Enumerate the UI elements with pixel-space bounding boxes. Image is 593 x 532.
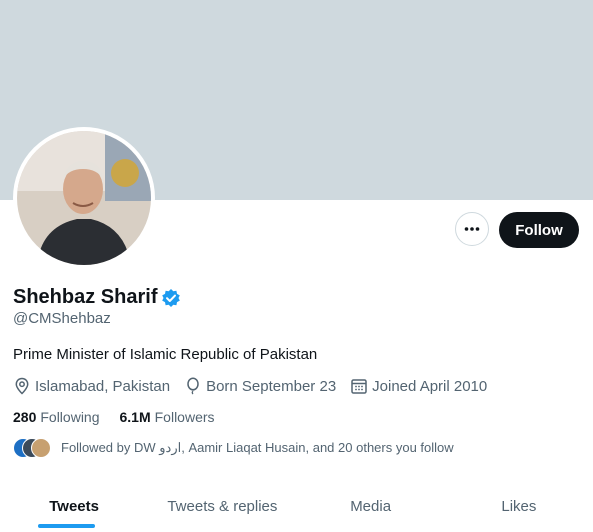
balloon-icon xyxy=(187,377,199,395)
followers-label: Followers xyxy=(154,409,215,425)
profile-handle: @CMShehbaz xyxy=(13,310,111,327)
joined-text: Joined April 2010 xyxy=(372,377,488,395)
followed-by-row[interactable]: Followed by DW اردو, Aamir Liaqat Husain… xyxy=(13,438,454,458)
active-tab-indicator xyxy=(38,524,95,528)
profile-name-row: Shehbaz Sharif xyxy=(13,286,181,309)
follow-button[interactable]: Follow xyxy=(499,212,579,248)
location-item: Islamabad, Pakistan xyxy=(13,377,170,395)
more-options-button[interactable] xyxy=(455,212,489,246)
tab-likes[interactable]: Likes xyxy=(445,480,593,532)
tab-media[interactable]: Media xyxy=(297,480,445,532)
avatar-photo xyxy=(17,131,151,265)
following-label: Following xyxy=(40,409,100,425)
profile-avatar[interactable] xyxy=(13,127,155,269)
birthday-text: Born September 23 xyxy=(206,377,337,395)
calendar-icon xyxy=(351,379,367,394)
followers-link[interactable]: 6.1M Followers xyxy=(120,409,215,425)
location-text: Islamabad, Pakistan xyxy=(35,377,171,395)
follower-avatars xyxy=(13,438,51,458)
profile-bio: Prime Minister of Islamic Republic of Pa… xyxy=(13,346,318,363)
tab-tweets-replies[interactable]: Tweets & replies xyxy=(148,480,296,532)
following-count: 280 xyxy=(13,409,37,425)
profile-meta: Islamabad, Pakistan Born September 23 Jo… xyxy=(13,377,501,395)
more-icon xyxy=(464,227,480,231)
birthday-item: Born September 23 xyxy=(184,377,336,395)
follower-avatar xyxy=(31,438,51,458)
verified-badge-icon[interactable] xyxy=(161,288,181,308)
location-icon xyxy=(15,377,29,395)
profile-stats: 280 Following 6.1M Followers xyxy=(13,409,235,425)
profile-name: Shehbaz Sharif xyxy=(13,286,158,308)
followed-by-text: Followed by DW اردو, Aamir Liaqat Husain… xyxy=(61,440,454,455)
followers-count: 6.1M xyxy=(119,409,151,425)
following-link[interactable]: 280 Following xyxy=(13,409,100,425)
joined-item: Joined April 2010 xyxy=(350,377,487,395)
